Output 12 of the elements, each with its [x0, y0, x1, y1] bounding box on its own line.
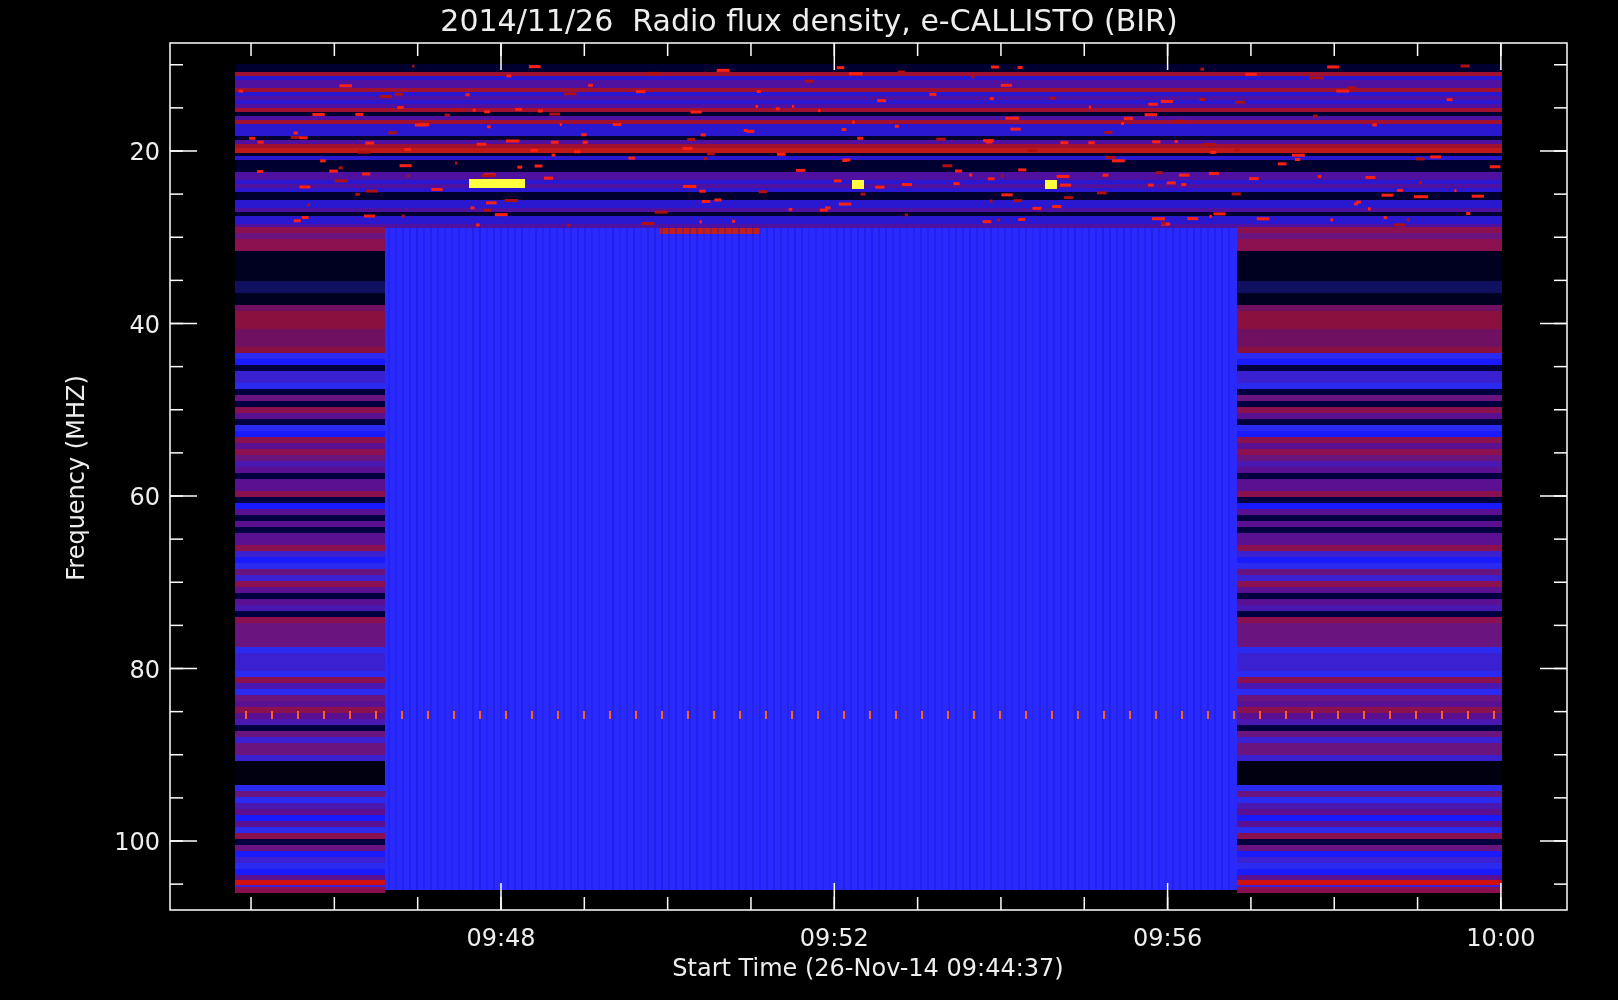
y-tick-label: 80 [129, 655, 160, 684]
x-tick-label: 09:52 [799, 924, 869, 952]
y-tick-label: 100 [114, 828, 160, 856]
y-tick-label: 20 [129, 138, 160, 166]
x-tick-label: 09:48 [466, 924, 536, 952]
x-axis-label: Start Time (26-Nov-14 09:44:37) [672, 954, 1064, 982]
plot-title: 2014/11/26 Radio flux density, e-CALLISTO (BIR) [440, 3, 1178, 38]
x-tick-label: 09:56 [1133, 924, 1203, 952]
x-tick-label: 10:00 [1466, 924, 1536, 952]
y-tick-label: 40 [129, 310, 160, 339]
y-axis-label: Frequency (MHZ) [62, 375, 90, 581]
y-tick-label: 60 [129, 483, 160, 511]
